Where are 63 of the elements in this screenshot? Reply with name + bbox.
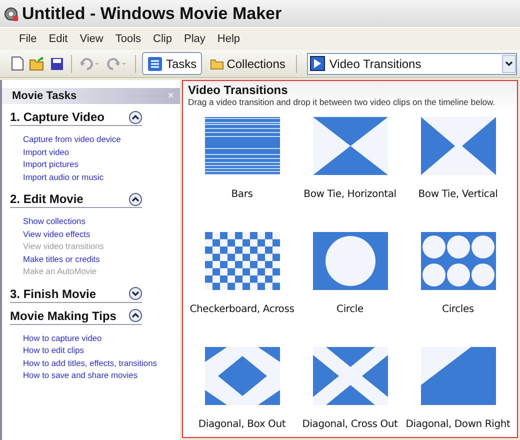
task-link[interactable]: How to save and share movies [23, 369, 180, 382]
task-link[interactable]: Make titles or credits [23, 252, 180, 265]
transition-label: Bow Tie, Horizontal [304, 189, 396, 200]
panel-title: Video Transitions [188, 83, 289, 97]
folder-icon [210, 58, 224, 70]
section-title: 3. Finish Movie [10, 286, 96, 300]
transition-label: Diagonal, Cross Out [302, 419, 398, 430]
section-header[interactable]: Movie Making Tips [10, 306, 142, 324]
task-link[interactable]: Show collections [23, 215, 180, 228]
task-link[interactable]: Import video [23, 146, 180, 158]
open-folder-button[interactable] [28, 56, 46, 72]
section-header[interactable]: 3. Finish Movie [10, 284, 142, 302]
window-title: Untitled - Windows Movie Maker [22, 4, 282, 24]
task-link[interactable]: Import pictures [23, 158, 180, 170]
new-file-button[interactable] [10, 55, 25, 72]
transition-thumbnail[interactable] [204, 347, 280, 405]
section-title: Movie Making Tips [10, 308, 116, 322]
menu-item[interactable]: Play [179, 31, 210, 47]
section-title: 2. Edit Movie [10, 192, 84, 206]
transition-label: Diagonal, Box Out [198, 419, 286, 430]
transition-thumbnail[interactable] [204, 117, 280, 175]
collapse-icon[interactable] [129, 110, 142, 124]
panel-description: Drag a video transition and drop it between two video clips on the timeline below. [188, 97, 496, 107]
transition-label: Circles [442, 304, 474, 315]
transition-label: Circle [336, 304, 364, 315]
menu-item[interactable]: Tools [110, 31, 146, 47]
save-button[interactable] [49, 56, 65, 72]
menu-item[interactable]: Edit [44, 31, 73, 47]
transition-label: Checkerboard, Across [190, 304, 294, 315]
task-link[interactable]: View video effects [23, 228, 180, 240]
transition-thumbnail[interactable] [312, 232, 388, 290]
section-header[interactable]: 2. Edit Movie [10, 190, 142, 208]
expand-icon[interactable] [129, 287, 142, 300]
task-link[interactable]: How to add titles, effects, transitions [23, 356, 180, 369]
section-title: 1. Capture Video [10, 110, 104, 124]
collections-button[interactable]: Collections [204, 52, 290, 75]
transition-thumbnail[interactable] [420, 117, 496, 175]
menu-item[interactable]: File [14, 31, 42, 47]
location-dropdown[interactable]: Video Transitions [307, 52, 517, 74]
section-header[interactable]: 1. Capture Video [10, 108, 142, 126]
menu-item[interactable]: Clip [148, 31, 177, 47]
transition-label: Bow Tie, Vertical [418, 189, 498, 200]
task-link[interactable]: How to edit clips [23, 344, 180, 356]
tasks-button[interactable]: Tasks [142, 52, 202, 75]
film-reel-icon [4, 6, 18, 20]
transition-thumbnail[interactable] [420, 232, 496, 290]
task-link[interactable]: Capture from video device [23, 133, 180, 146]
pane-title: Movie Tasks [12, 90, 77, 102]
task-link[interactable]: Import audio or music [23, 170, 180, 183]
collapse-icon[interactable] [129, 192, 142, 206]
collapse-icon[interactable] [129, 309, 142, 322]
play-icon [310, 56, 326, 71]
list-icon [147, 56, 163, 72]
transition-thumbnail[interactable] [312, 117, 388, 175]
transition-thumbnail[interactable] [204, 232, 280, 290]
menu-item[interactable]: Help [212, 31, 246, 47]
location-text: Video Transitions [329, 56, 422, 70]
transition-label: Bars [231, 189, 253, 200]
transition-thumbnail[interactable] [420, 347, 496, 405]
transition-thumbnail[interactable] [312, 347, 388, 405]
transition-label: Diagonal, Down Right [406, 419, 510, 430]
task-link[interactable]: How to capture video [23, 332, 180, 344]
menu-item[interactable]: View [74, 31, 108, 47]
